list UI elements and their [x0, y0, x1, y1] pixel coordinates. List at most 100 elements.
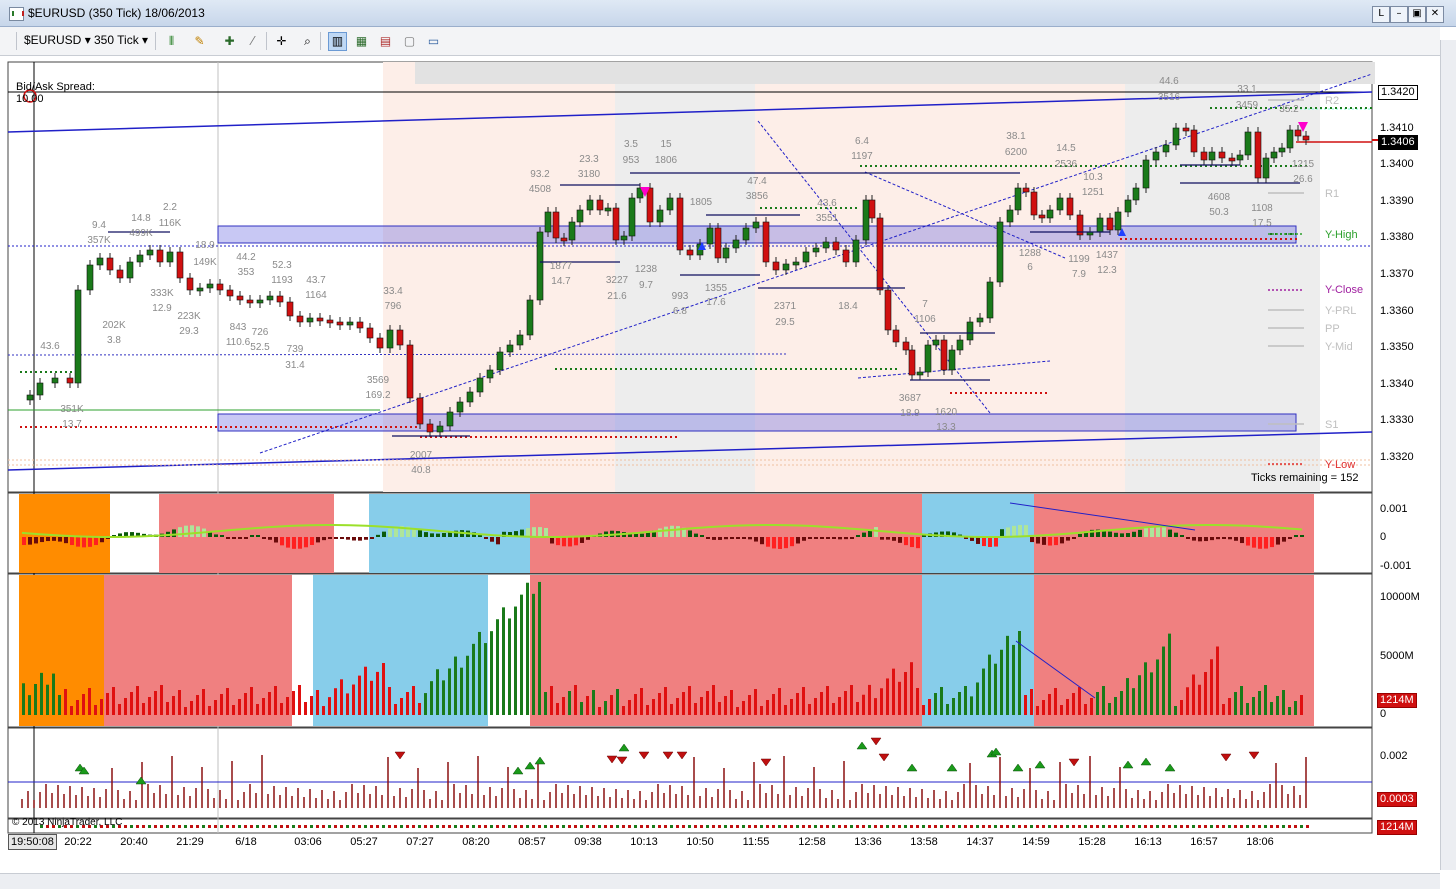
strip-dot [1222, 825, 1225, 828]
oscillator-bar [748, 537, 752, 540]
strip-dot [904, 825, 907, 828]
candle [714, 227, 722, 259]
candle [772, 261, 780, 271]
oscillator-bar [1204, 537, 1208, 542]
volume-bar [1036, 706, 1039, 715]
oscillator-bar [274, 537, 278, 543]
strip-dot [472, 825, 475, 828]
strategies-icon[interactable]: ▤ [376, 32, 395, 51]
strip-dot [436, 825, 439, 828]
properties-icon[interactable]: ▭ [424, 32, 443, 51]
oscillator-bar [58, 537, 62, 542]
volume-bar [352, 684, 355, 715]
volume-bar [556, 703, 559, 715]
swing-label: 14.5 [1056, 143, 1076, 154]
oscillator-bar [298, 537, 302, 549]
oscillator-bar [664, 526, 668, 537]
volume-bar [976, 682, 979, 715]
strip-dot [1156, 825, 1159, 828]
oscillator-bar [736, 537, 740, 539]
level-label: Y-PRL [1325, 305, 1357, 317]
candle [1030, 191, 1038, 216]
volume-bar [208, 706, 211, 715]
strip-dot [400, 825, 403, 828]
candle [1056, 197, 1064, 211]
candle [326, 319, 334, 324]
strip-dot [922, 825, 925, 828]
strip-dot [814, 825, 817, 828]
bar-style-icon[interactable]: ⫴ [162, 32, 181, 51]
candle [620, 235, 628, 241]
add-indicator-icon[interactable]: ✚ [220, 32, 239, 51]
toolbar-separator [155, 32, 156, 50]
volume-bar [1300, 695, 1303, 715]
volume-bar [1270, 702, 1273, 715]
oscillator-bar [1186, 537, 1190, 539]
zoom-icon[interactable]: ⌕ [298, 32, 317, 51]
strip-dot [1168, 825, 1171, 828]
candle [146, 249, 154, 256]
drawing-pen-icon[interactable]: ✎ [190, 32, 209, 51]
strip-dot [1102, 825, 1105, 828]
chart-canvas[interactable]: 43.6 9.4 357K 14.8 499K 2.2 116K 18.9 149K 44.2 35… [0, 55, 1440, 873]
volume-bar [814, 698, 817, 715]
oscillator-bar [772, 537, 776, 549]
candle [1302, 135, 1310, 141]
strip-dot [976, 825, 979, 828]
candle [1124, 199, 1132, 213]
ind4-value-box: 1214M [1377, 820, 1417, 835]
candle [666, 197, 674, 211]
volume-bar [670, 704, 673, 715]
horizontal-scrollbar[interactable] [0, 873, 1440, 889]
strip-dot [718, 825, 721, 828]
minimize-button[interactable]: – [1390, 6, 1408, 23]
chevron-down-icon: ▾ [84, 33, 91, 47]
volume-bar [724, 696, 727, 715]
candle [516, 334, 524, 346]
swing-label: 4608 [1208, 192, 1231, 203]
strategy-icon[interactable]: ⁄ [243, 32, 262, 51]
interval-selector[interactable]: 350 Tick ▾ [94, 32, 148, 49]
volume-bar [988, 654, 991, 715]
oscillator-bar [70, 537, 74, 546]
chart-trader-icon[interactable]: ▥ [328, 32, 347, 51]
candle [276, 295, 284, 303]
link-button[interactable]: L [1372, 6, 1390, 23]
strip-dot [154, 825, 157, 828]
oscillator-bar [778, 537, 782, 549]
maximize-button[interactable]: ▣ [1408, 6, 1426, 23]
instrument-selector[interactable]: $EURUSD ▾ [24, 32, 91, 49]
volume-bar [202, 689, 205, 715]
ind1-tick: 0 [1380, 531, 1387, 543]
swing-label: 1620 [935, 407, 958, 418]
strip-dot [634, 825, 637, 828]
candle [732, 239, 740, 249]
volume-bar [730, 690, 733, 715]
ind1-tick: -0.001 [1380, 560, 1412, 572]
oscillator-bar [1192, 537, 1196, 541]
strip-dot [334, 825, 337, 828]
oscillator-bar [244, 537, 248, 539]
strip-dot [214, 825, 217, 828]
strip-dot [1132, 825, 1135, 828]
data-box-icon[interactable]: ▢ [400, 32, 419, 51]
time-tick-label: 10:50 [686, 836, 714, 848]
candle [876, 217, 884, 291]
oscillator-bar [838, 537, 842, 540]
strip-dot [874, 825, 877, 828]
strip-dot [220, 825, 223, 828]
volume-bar [280, 703, 283, 715]
indicators-icon[interactable]: ▦ [352, 32, 371, 51]
volume-bar [328, 697, 331, 715]
strip-dot [658, 825, 661, 828]
crosshair-icon[interactable]: ✛ [272, 32, 291, 51]
vertical-scrollbar[interactable] [1440, 40, 1456, 870]
oscillator-bar [490, 537, 494, 542]
strip-dot [652, 825, 655, 828]
close-button[interactable]: ✕ [1426, 6, 1444, 23]
candle [526, 299, 534, 336]
candle [446, 411, 454, 427]
volume-bar [214, 700, 217, 715]
swing-label: 7.9 [1072, 269, 1086, 280]
oscillator-bar [760, 537, 764, 545]
